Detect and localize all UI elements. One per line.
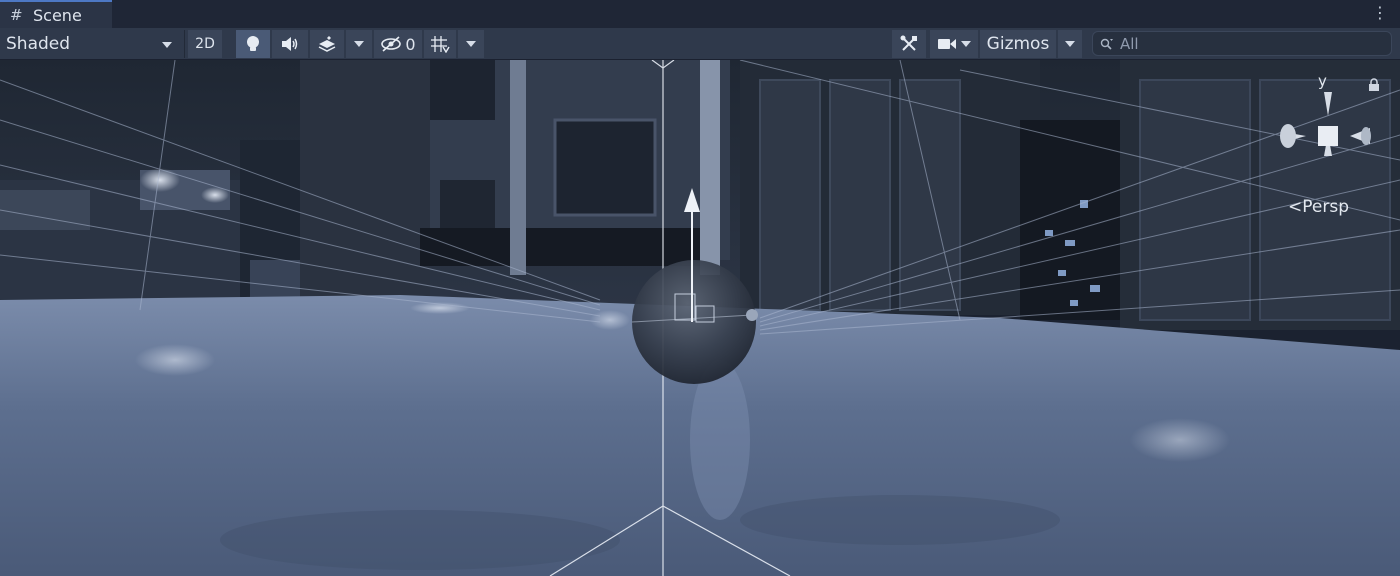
scene-viewport[interactable]: y < Persp <box>0 60 1400 576</box>
draw-mode-label: Shaded <box>6 34 71 54</box>
divider <box>184 30 185 58</box>
lock-icon[interactable] <box>1368 78 1380 92</box>
grid-toggle-button[interactable] <box>424 30 456 58</box>
chevron-down-icon <box>961 41 971 47</box>
chevron-down-icon <box>466 41 476 47</box>
orientation-gizmo[interactable]: y <box>1276 72 1379 182</box>
scene-render <box>0 60 1400 576</box>
lightbulb-icon <box>247 36 259 51</box>
chevron-down-icon <box>162 42 172 48</box>
projection-arrow: < <box>1288 197 1303 217</box>
grid-icon <box>431 36 450 53</box>
tab-scene[interactable]: # Scene <box>0 0 112 28</box>
effects-dropdown-button[interactable] <box>346 30 372 58</box>
search-placeholder: All <box>1120 34 1139 53</box>
scene-visibility-button[interactable]: 0 <box>374 30 422 58</box>
effects-toggle-button[interactable] <box>310 30 344 58</box>
gizmos-dropdown-button[interactable] <box>1058 30 1082 58</box>
toggle-2d-label: 2D <box>195 36 215 52</box>
draw-mode-dropdown[interactable]: Shaded <box>0 30 182 58</box>
more-options-icon[interactable]: ⋮ <box>1372 3 1388 22</box>
lighting-toggle-button[interactable] <box>236 30 270 58</box>
layers-icon <box>318 36 336 52</box>
chevron-down-icon <box>1065 41 1075 47</box>
search-icon <box>1100 38 1113 50</box>
tools-button[interactable] <box>892 30 926 58</box>
scene-search-field[interactable]: All <box>1092 31 1392 56</box>
projection-label: Persp <box>1302 197 1349 217</box>
audio-toggle-button[interactable] <box>272 30 308 58</box>
tools-icon <box>900 35 917 51</box>
gizmo-y-axis-label: y <box>1318 72 1327 90</box>
projection-toggle[interactable]: < Persp <box>1288 197 1349 217</box>
eye-hidden-icon <box>381 36 402 52</box>
camera-settings-button[interactable] <box>930 30 978 58</box>
video-camera-icon <box>938 39 956 49</box>
hash-grid-icon: # <box>10 6 23 24</box>
speaker-icon <box>282 37 298 51</box>
tab-title: Scene <box>33 5 82 25</box>
chevron-down-icon <box>354 41 364 47</box>
grid-dropdown-button[interactable] <box>458 30 484 58</box>
window-tab-bar: # Scene ⋮ <box>0 0 1400 28</box>
toggle-2d-button[interactable]: 2D <box>188 30 222 58</box>
scene-toolbar: Shaded 2D 0 Gizmos All <box>0 28 1400 60</box>
hidden-count: 0 <box>405 34 416 54</box>
gizmos-label: Gizmos <box>986 34 1050 54</box>
gizmos-toggle-button[interactable]: Gizmos <box>980 30 1056 58</box>
